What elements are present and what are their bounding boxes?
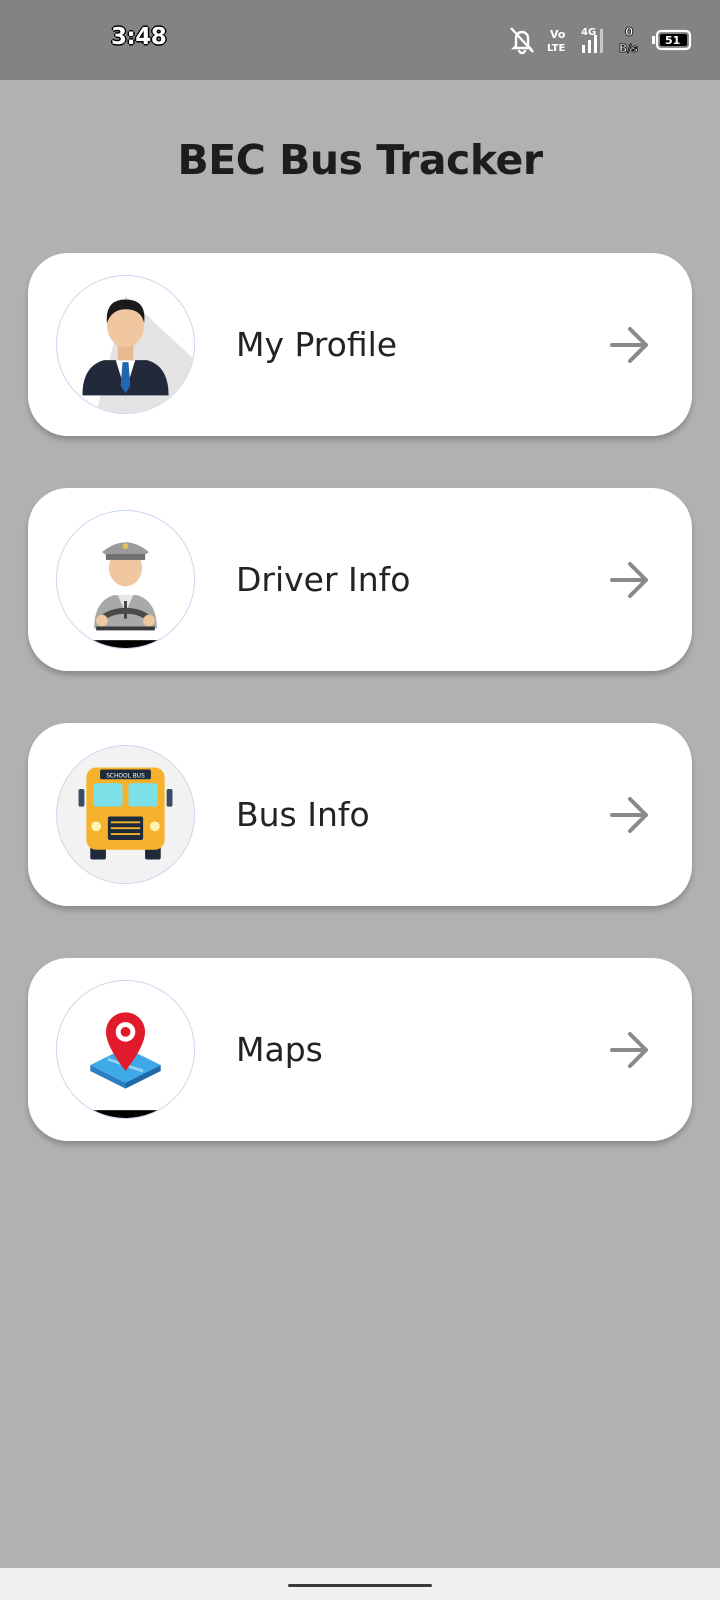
bell-off-icon (510, 27, 534, 55)
arrow-right-icon[interactable] (608, 323, 652, 367)
volte-icon: Vo LTE (547, 28, 566, 54)
profile-icon (56, 275, 195, 414)
volte-bottom-text: LTE (547, 43, 566, 54)
menu-card-driver-info[interactable]: Driver Info (28, 488, 692, 671)
bus-sign-text: SCHOOL BUS (106, 773, 145, 779)
status-bar: 3:48 Vo LTE 4G 0 B/s 51 (0, 0, 720, 80)
arrow-right-icon[interactable] (608, 793, 652, 837)
menu-card-my-profile[interactable]: My Profile (28, 253, 692, 436)
arrow-right-icon[interactable] (608, 1028, 652, 1072)
page-title: BEC Bus Tracker (177, 136, 543, 184)
status-time: 3:48 (111, 24, 167, 50)
menu-label-driver-info: Driver Info (236, 560, 411, 599)
network-type-text: 4G (581, 27, 596, 38)
signal-4g-icon: 4G (581, 27, 603, 53)
data-rate-unit: B/s (619, 42, 638, 55)
menu-label-bus-info: Bus Info (236, 795, 370, 834)
data-rate-icon: 0 B/s (619, 25, 639, 56)
bus-icon: SCHOOL BUS (56, 745, 195, 884)
volte-top-text: Vo (550, 28, 566, 41)
menu-label-maps: Maps (236, 1030, 323, 1069)
menu-label-my-profile: My Profile (236, 325, 398, 364)
arrow-right-icon[interactable] (608, 558, 652, 602)
system-nav-bar (0, 1568, 720, 1600)
menu-card-bus-info[interactable]: SCHOOL BUS Bus Info (28, 723, 692, 906)
data-rate-value: 0 (625, 25, 633, 39)
battery-level-text: 51 (665, 34, 680, 47)
map-pin-icon (56, 980, 195, 1119)
driver-icon (56, 510, 195, 649)
menu-card-maps[interactable]: Maps (28, 958, 692, 1141)
status-icons: Vo LTE 4G 0 B/s 51 (508, 20, 692, 60)
home-gesture-handle[interactable] (288, 1584, 432, 1587)
battery-icon: 51 (652, 29, 692, 51)
